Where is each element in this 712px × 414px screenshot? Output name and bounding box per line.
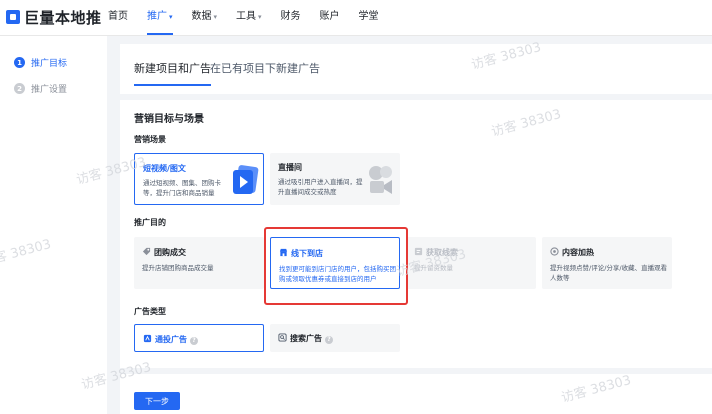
- goal-desc: 提升店铺团购商品成交量: [142, 264, 214, 272]
- broadcast-icon: [143, 334, 152, 343]
- scene-option-short-video[interactable]: 短视频/图文 通过短视频、图集、团购卡等，提升门店和商品销量: [134, 153, 264, 205]
- adtype-title: 广告类型: [134, 307, 166, 316]
- create-mode-tabs: 新建项目和广告 在已有项目下新建广告: [120, 44, 712, 94]
- nav-label: 数据: [191, 11, 212, 22]
- goal-title-row: 团购成交: [142, 247, 186, 258]
- step-label: 推广设置: [31, 85, 68, 95]
- goal-title-row: 内容加热: [550, 247, 594, 258]
- scene-option-live-room[interactable]: 直播间 通过吸引用户进入直播间，提升直播间成交或热度: [270, 153, 400, 205]
- app-logo[interactable]: 巨量本地推: [6, 6, 102, 28]
- adtype-option-general[interactable]: 通投广告?: [134, 324, 264, 352]
- nav-item-data[interactable]: 数据 ▾: [192, 10, 218, 26]
- nav-label: 首页: [108, 11, 128, 22]
- goal-title: 推广目的: [134, 218, 166, 227]
- help-icon[interactable]: ?: [325, 336, 333, 344]
- marketing-goal-card: 营销目标与场景 营销场景 短视频/图文 通过短视频、图集、团购卡等，提升门店和商…: [120, 100, 712, 368]
- tag-icon: [142, 247, 151, 256]
- nav-label: 账户: [319, 11, 340, 22]
- step-sidebar: 1 推广目标 2 推广设置: [0, 36, 107, 414]
- short-video-illustration-icon: [233, 165, 259, 194]
- live-room-illustration-icon: [369, 166, 392, 194]
- nav-label: 推广: [147, 11, 167, 22]
- nav-item-account[interactable]: 账户: [320, 10, 340, 26]
- logo-mark-icon: [6, 10, 20, 24]
- step-label: 推广目标: [31, 59, 68, 69]
- adtype-title-row: 搜索广告?: [278, 333, 333, 344]
- adtype-title-row: 通投广告?: [143, 334, 198, 345]
- next-step-button[interactable]: 下一步: [134, 392, 180, 410]
- scene-title-label: 直播间: [278, 163, 302, 172]
- adtype-label: 搜索广告: [290, 334, 322, 343]
- goal-desc: 提升视频点赞/评论/分享/收藏、直播观看人数等: [550, 264, 668, 282]
- logo-text: 巨量本地推: [24, 8, 102, 27]
- chevron-down-icon: ▾: [169, 13, 173, 21]
- scene-desc: 通过吸引用户进入直播间，提升直播间成交或热度: [278, 178, 363, 196]
- step-promotion-goal[interactable]: 1 推广目标: [14, 56, 67, 69]
- goal-option-content-boost[interactable]: 内容加热 提升视频点赞/评论/分享/收藏、直播观看人数等: [542, 237, 672, 289]
- nav-item-finance[interactable]: 财务: [281, 10, 301, 26]
- nav-item-academy[interactable]: 学堂: [359, 10, 379, 26]
- main-nav: 首页 推广 ▾ 数据 ▾ 工具 ▾ 财务 账户 学堂: [108, 10, 398, 35]
- chevron-down-icon: ▾: [258, 13, 262, 21]
- scene-title: 营销场景: [134, 135, 166, 144]
- chevron-down-icon: ▾: [213, 13, 218, 21]
- step-number: 2: [14, 83, 25, 94]
- annotation-highlight-box: [264, 227, 408, 305]
- nav-label: 财务: [280, 11, 301, 22]
- goal-label: 内容加热: [562, 248, 594, 257]
- section-title: 营销目标与场景: [134, 114, 204, 125]
- tab-new-ad-in-existing-project[interactable]: 在已有项目下新建广告: [210, 60, 320, 78]
- nav-label: 工具: [236, 11, 257, 22]
- goal-option-group-buy[interactable]: 团购成交 提升店铺团购商品成交量: [134, 237, 264, 289]
- help-icon[interactable]: ?: [190, 337, 198, 345]
- nav-item-home[interactable]: 首页: [108, 10, 128, 26]
- adtype-label: 通投广告: [155, 335, 187, 344]
- nav-label: 学堂: [358, 11, 379, 22]
- top-nav-bar: 巨量本地推 首页 推广 ▾ 数据 ▾ 工具 ▾ 财务 账户 学堂: [0, 0, 712, 36]
- nav-item-tools[interactable]: 工具 ▾: [236, 10, 262, 26]
- nav-item-promotion[interactable]: 推广 ▾: [147, 10, 173, 35]
- scene-desc: 通过短视频、图集、团购卡等，提升门店和商品销量: [143, 179, 221, 197]
- step-promotion-settings[interactable]: 2 推广设置: [14, 82, 67, 95]
- goal-label: 团购成交: [154, 248, 186, 257]
- adtype-option-search[interactable]: 搜索广告?: [270, 324, 400, 352]
- flame-icon: [550, 247, 559, 256]
- step-number: 1: [14, 57, 25, 68]
- scene-title-label: 短视频/图文: [143, 164, 186, 173]
- tab-new-project-and-ad[interactable]: 新建项目和广告: [134, 60, 211, 86]
- search-ad-icon: [278, 333, 287, 342]
